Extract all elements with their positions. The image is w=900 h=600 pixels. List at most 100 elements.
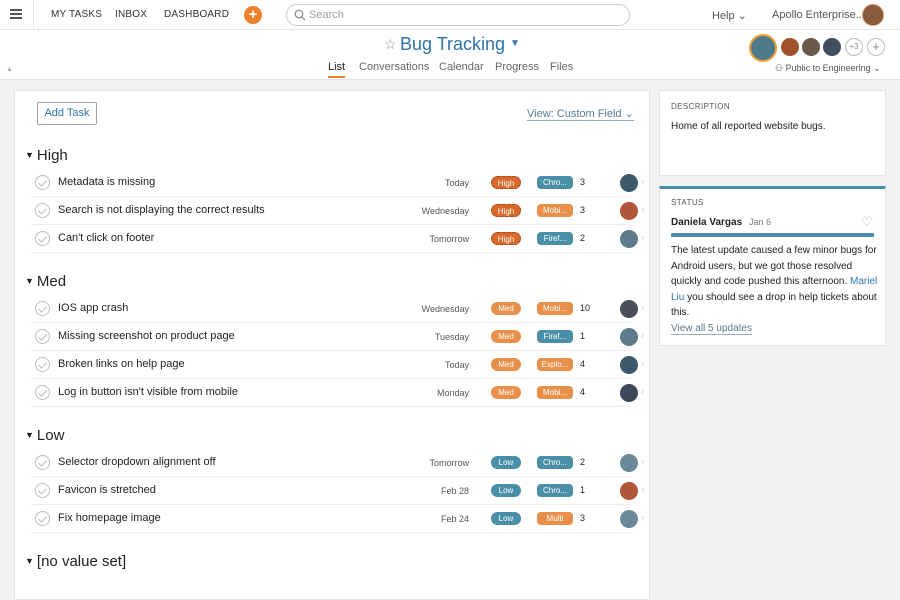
complete-checkbox[interactable] — [35, 357, 50, 372]
task-row[interactable]: Search is not displaying the correct res… — [31, 197, 644, 225]
task-row[interactable]: Favicon is stretched Feb 28 Low Chro... 1 › — [31, 477, 644, 505]
task-row[interactable]: Fix homepage image Feb 24 Low Multi 3 › — [31, 505, 644, 533]
section-header[interactable]: ▼ [no value set] — [25, 553, 126, 570]
section-header[interactable]: ▼ Low — [25, 427, 64, 444]
complete-checkbox[interactable] — [35, 301, 50, 316]
assignee-avatar[interactable] — [620, 482, 638, 500]
help-menu[interactable]: Help ⌄ — [712, 9, 747, 22]
priority-badge[interactable]: Med — [491, 330, 521, 343]
chevron-down-icon[interactable]: ▼ — [510, 38, 520, 49]
task-row[interactable]: Can't click on footer Tomorrow High Firef..… — [31, 225, 644, 253]
member-avatar[interactable] — [781, 38, 799, 56]
tab-calendar[interactable]: Calendar — [439, 61, 484, 73]
task-row[interactable]: Broken links on help page Today Med Explo..… — [31, 351, 644, 379]
task-name[interactable]: Fix homepage image — [58, 512, 161, 524]
assignee-avatar[interactable] — [620, 510, 638, 528]
status-author[interactable]: Daniela Vargas — [671, 217, 742, 228]
task-name[interactable]: Log in button isn't visible from mobile — [58, 386, 238, 398]
tag-badge[interactable]: Multi — [537, 512, 573, 525]
task-name[interactable]: Search is not displaying the correct res… — [58, 204, 265, 216]
priority-badge[interactable]: Low — [491, 512, 521, 525]
collapse-triangle-icon[interactable]: ▼ — [25, 276, 34, 286]
task-row[interactable]: Metadata is missing Today High Chro... 3 › — [31, 169, 644, 197]
priority-badge[interactable]: Med — [491, 358, 521, 371]
add-task-button[interactable]: Add Task — [37, 102, 97, 125]
section-header[interactable]: ▼ High — [25, 147, 68, 164]
assignee-avatar[interactable] — [620, 202, 638, 220]
task-name[interactable]: IOS app crash — [58, 302, 128, 314]
complete-checkbox[interactable] — [35, 175, 50, 190]
assignee-avatar[interactable] — [620, 174, 638, 192]
collapse-triangle-icon[interactable]: ▼ — [25, 150, 34, 160]
quick-add-button[interactable]: + — [244, 6, 262, 24]
chevron-right-icon[interactable]: › — [641, 358, 644, 368]
description-text[interactable]: Home of all reported website bugs. — [671, 121, 826, 132]
chevron-right-icon[interactable]: › — [641, 386, 644, 396]
assignee-avatar[interactable] — [620, 454, 638, 472]
task-name[interactable]: Missing screenshot on product page — [58, 330, 235, 342]
assignee-avatar[interactable] — [620, 230, 638, 248]
complete-checkbox[interactable] — [35, 329, 50, 344]
star-icon[interactable]: ☆ — [384, 36, 397, 53]
nav-my-tasks[interactable]: MY TASKS — [51, 9, 102, 20]
assignee-avatar[interactable] — [620, 300, 638, 318]
task-name[interactable]: Metadata is missing — [58, 176, 155, 188]
more-members-badge[interactable]: +3 — [845, 38, 863, 56]
task-name[interactable]: Favicon is stretched — [58, 484, 156, 496]
collapse-triangle-icon[interactable]: ▼ — [25, 430, 34, 440]
search-input[interactable] — [309, 8, 619, 22]
chevron-right-icon[interactable]: › — [641, 484, 644, 494]
member-avatar[interactable] — [823, 38, 841, 56]
org-switcher[interactable]: Apollo Enterprise... — [772, 9, 865, 21]
priority-badge[interactable]: Med — [491, 386, 521, 399]
priority-badge[interactable]: High — [491, 232, 521, 245]
nav-dashboard[interactable]: DASHBOARD — [164, 9, 229, 20]
tag-badge[interactable]: Mobi... — [537, 302, 573, 315]
tab-files[interactable]: Files — [550, 61, 573, 73]
add-member-button[interactable]: + — [867, 38, 885, 56]
tag-badge[interactable]: Chro... — [537, 456, 573, 469]
project-title[interactable]: Bug Tracking — [400, 34, 505, 55]
complete-checkbox[interactable] — [35, 231, 50, 246]
tab-list[interactable]: List — [328, 61, 346, 78]
tag-badge[interactable]: Firef... — [537, 330, 573, 343]
chevron-right-icon[interactable]: › — [641, 512, 644, 522]
task-row[interactable]: IOS app crash Wednesday Med Mobi... 10 › — [31, 295, 644, 323]
nav-inbox[interactable]: INBOX — [115, 9, 147, 20]
complete-checkbox[interactable] — [35, 385, 50, 400]
section-header[interactable]: ▼ Med — [25, 273, 66, 290]
task-name[interactable]: Broken links on help page — [58, 358, 185, 370]
chevron-right-icon[interactable]: › — [641, 232, 644, 242]
priority-badge[interactable]: High — [491, 204, 521, 217]
heart-icon[interactable]: ♡ — [861, 214, 873, 230]
menu-icon[interactable] — [10, 9, 22, 19]
collapse-icon[interactable]: ▲ — [6, 66, 13, 73]
member-avatar[interactable] — [749, 34, 777, 62]
task-name[interactable]: Selector dropdown alignment off — [58, 456, 216, 468]
chevron-right-icon[interactable]: › — [641, 204, 644, 214]
tag-badge[interactable]: Mobi... — [537, 386, 573, 399]
assignee-avatar[interactable] — [620, 328, 638, 346]
chevron-right-icon[interactable]: › — [641, 176, 644, 186]
task-name[interactable]: Can't click on footer — [58, 232, 154, 244]
tag-badge[interactable]: Explo... — [537, 358, 573, 371]
complete-checkbox[interactable] — [35, 455, 50, 470]
user-avatar[interactable] — [862, 4, 884, 26]
task-row[interactable]: Missing screenshot on product page Tuesda… — [31, 323, 644, 351]
priority-badge[interactable]: High — [491, 176, 521, 189]
chevron-right-icon[interactable]: › — [641, 456, 644, 466]
tab-progress[interactable]: Progress — [495, 61, 539, 73]
chevron-right-icon[interactable]: › — [641, 330, 644, 340]
task-row[interactable]: Log in button isn't visible from mobile M… — [31, 379, 644, 407]
view-all-updates-link[interactable]: View all 5 updates — [671, 323, 752, 335]
assignee-avatar[interactable] — [620, 384, 638, 402]
task-row[interactable]: Selector dropdown alignment off Tomorrow L… — [31, 449, 644, 477]
privacy-selector[interactable]: ⚇ Public to Engineering ⌄ — [775, 63, 881, 74]
member-avatar[interactable] — [802, 38, 820, 56]
priority-badge[interactable]: Med — [491, 302, 521, 315]
search-bar[interactable] — [286, 4, 630, 26]
collapse-triangle-icon[interactable]: ▼ — [25, 556, 34, 566]
view-selector[interactable]: View: Custom Field ⌄ — [527, 107, 634, 121]
tag-badge[interactable]: Firef... — [537, 232, 573, 245]
priority-badge[interactable]: Low — [491, 456, 521, 469]
